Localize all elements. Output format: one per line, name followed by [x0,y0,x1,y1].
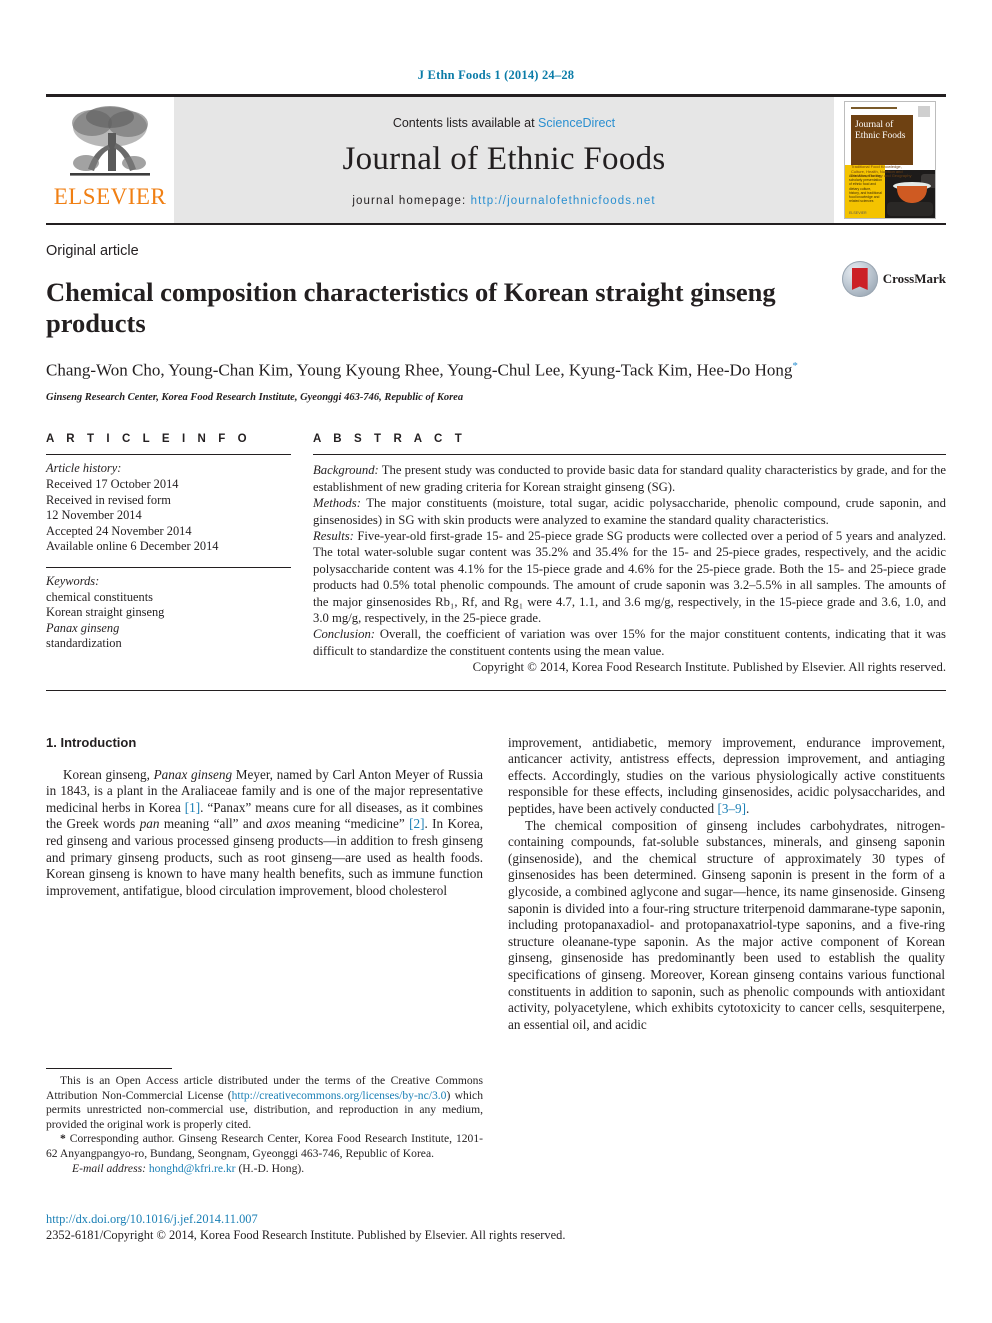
abstract-section: Conclusion: Overall, the coefficient of … [313,626,946,659]
article-history-label: Article history: [46,461,122,476]
issn-copyright: 2352-6181/Copyright © 2014, Korea Food R… [46,1228,566,1242]
elsevier-logo: ELSEVIER [46,97,174,223]
abstract-section-text: Five-year-old first-grade 15- and 25-pie… [313,529,946,626]
body-column-right: improvement, antidiabetic, memory improv… [508,735,945,1034]
journal-title: Journal of Ethnic Foods [342,140,666,177]
abstract-column: A B S T R A C T Background: The present … [313,433,946,675]
homepage-link[interactable]: http://journalofethnicfoods.net [471,195,656,207]
footnote-area: This is an Open Access article distribut… [46,1068,483,1176]
body-column-left: 1. Introduction Korean ginseng, Panax gi… [46,735,483,1034]
abstract-section-text: Overall, the coefficient of variation wa… [313,627,946,658]
elsevier-wordmark: ELSEVIER [53,184,167,209]
keyword-item: standardization [46,636,122,651]
section-heading-introduction: 1. Introduction [46,734,137,750]
paragraph: improvement, antidiabetic, memory improv… [508,734,945,817]
footnote-rule [46,1068,172,1069]
footnote-email: E-mail address: honghd@kfri.re.kr (H.-D.… [72,1161,305,1175]
journal-cover-cell: Journal of Ethnic Foods Traditional Food… [834,97,946,223]
page-title: Chemical composition characteristics of … [46,276,776,338]
footnote-license: This is an Open Access article distribut… [46,1074,484,1131]
cover-badge-icon [918,106,930,117]
abstract-heading: A B S T R A C T [313,433,467,446]
keyword-item: Panax ginseng [46,620,120,635]
contents-available-line: Contents lists available at ScienceDirec… [393,116,615,130]
cover-title: Journal of Ethnic Foods [855,120,905,142]
journal-masthead: ELSEVIER Contents lists available at Sci… [46,94,946,225]
journal-cover-thumbnail[interactable]: Journal of Ethnic Foods Traditional Food… [844,101,936,219]
footnote-corresponding-author: * Corresponding author. Ginseng Research… [46,1132,483,1160]
abstract-copyright: Copyright © 2014, Korea Food Research In… [472,660,946,675]
cover-title-line1: Journal of [855,120,894,130]
doi-link[interactable]: http://dx.doi.org/10.1016/j.jef.2014.11.… [46,1212,946,1227]
running-head: J Ethn Foods 1 (2014) 24–28 [417,68,575,82]
history-item: 12 November 2014 [46,508,142,523]
masthead-center: Contents lists available at ScienceDirec… [174,97,834,223]
keyword-item: chemical constituents [46,589,154,604]
abstract-section-label: Conclusion: [313,627,376,642]
abstract-section: Results: Five-year-old first-grade 15- a… [313,528,946,626]
keywords-block: Keywords: chemical constituents Korean s… [46,568,291,652]
article-info-heading: A R T I C L E I N F O [46,433,252,446]
keyword-item: Korean straight ginseng [46,605,165,620]
abstract-section-label: Results: [313,529,354,544]
abstract-section: Methods: The major constituents (moistur… [313,495,946,528]
keywords-label: Keywords: [46,573,100,588]
abstract-section-label: Background: [313,463,379,478]
cover-title-line2: Ethnic Foods [855,131,906,141]
abstract-section-label: Methods: [313,496,361,511]
history-item: Received 17 October 2014 [46,477,179,491]
crossmark-badge[interactable]: CrossMark [841,261,946,297]
abstract-section-text: The present study was conducted to provi… [313,463,946,494]
page-footer: http://dx.doi.org/10.1016/j.jef.2014.11.… [46,1212,946,1243]
article-history: Article history: Received 17 October 201… [46,455,291,567]
cover-rule [851,107,897,109]
abstract-section: Background: The present study was conduc… [313,462,946,495]
affiliation: Ginseng Research Center, Korea Food Rese… [46,392,464,404]
cover-tray-icon [887,202,933,216]
history-item: Accepted 24 November 2014 [46,523,192,538]
homepage-prefix: journal homepage: [352,194,471,207]
author-list: Chang-Won Cho, Young-Chan Kim, Young Kyo… [46,355,806,382]
article-info-column: A R T I C L E I N F O Article history: R… [46,433,291,675]
paper-page: J Ethn Foods 1 (2014) 24–28 ELSEVIER Con… [0,0,992,1323]
author-names: Chang-Won Cho, Young-Chan Kim, Young Kyo… [46,360,793,380]
corresponding-author-marker: * [792,359,798,372]
history-item: Received in revised form [46,492,171,507]
contents-prefix: Contents lists available at [392,115,539,130]
article-type: Original article [46,243,139,259]
info-abstract-block: A R T I C L E I N F O Article history: R… [46,433,946,675]
crossmark-icon [841,261,878,297]
cover-publisher: ELSEVIER [849,211,867,215]
cover-aims-text: Aims: A forum for the scholarly presenta… [849,174,882,204]
journal-homepage-line: journal homepage: http://journalofethnic… [352,195,655,207]
paragraph: The chemical composition of ginseng incl… [508,817,945,1032]
history-item: Available online 6 December 2014 [46,539,219,554]
abstract-section-text: The major constituents (moisture, total … [313,496,946,527]
paragraph: Korean ginseng, Panax ginseng Meyer, nam… [46,766,484,898]
abstract-body: Background: The present study was conduc… [313,455,946,675]
crossmark-book-icon [851,268,868,290]
elsevier-tree-icon [70,106,150,176]
abstract-block-bottom-rule [46,689,946,691]
article-header: Original article Chemical composition ch… [46,243,946,403]
sciencedirect-link[interactable]: ScienceDirect [538,116,615,130]
crossmark-label: CrossMark [882,271,946,286]
article-body: 1. Introduction Korean ginseng, Panax gi… [46,735,946,1034]
